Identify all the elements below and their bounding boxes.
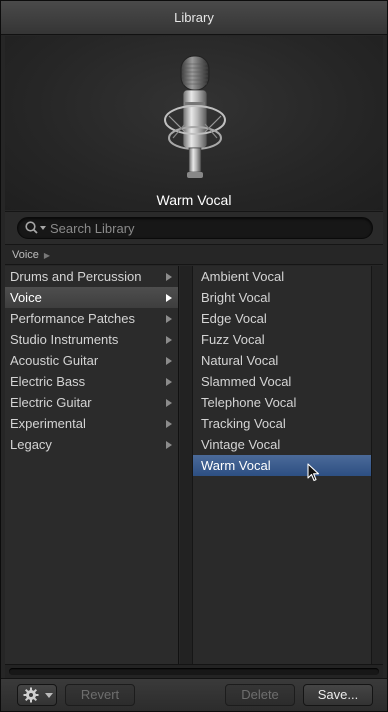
category-item-legacy[interactable]: Legacy: [5, 434, 178, 455]
category-label: Drums and Percussion: [10, 269, 142, 284]
disclosure-arrow-icon: [166, 399, 172, 407]
library-panel: Library Warm Vocal Search Library Voice …: [0, 0, 388, 712]
disclosure-arrow-icon: [166, 441, 172, 449]
chevron-down-icon: [45, 693, 53, 698]
category-item-electric-bass[interactable]: Electric Bass: [5, 371, 178, 392]
category-item-voice[interactable]: Voice: [5, 287, 178, 308]
search-bar: [5, 211, 383, 245]
disclosure-arrow-icon: [166, 336, 172, 344]
patch-list: Ambient Vocal Bright Vocal Edge Vocal Fu…: [193, 266, 371, 664]
patch-preview: Warm Vocal: [5, 36, 383, 210]
category-label: Electric Guitar: [10, 395, 92, 410]
horizontal-scrollbar[interactable]: [5, 664, 383, 678]
breadcrumb-item[interactable]: Voice: [12, 249, 39, 261]
patch-item-fuzz-vocal[interactable]: Fuzz Vocal: [193, 329, 371, 350]
patch-item-telephone-vocal[interactable]: Telephone Vocal: [193, 392, 371, 413]
category-item-studio-instruments[interactable]: Studio Instruments: [5, 329, 178, 350]
search-icon[interactable]: [24, 220, 50, 236]
column-edge: [371, 266, 383, 664]
category-label: Acoustic Guitar: [10, 353, 99, 368]
category-label: Experimental: [10, 416, 86, 431]
mouse-pointer-icon: [307, 463, 320, 482]
delete-button[interactable]: Delete: [225, 684, 295, 706]
category-list: Drums and Percussion Voice Performance P…: [5, 266, 179, 664]
action-menu-button[interactable]: [17, 684, 57, 706]
search-input[interactable]: [50, 219, 350, 237]
disclosure-arrow-icon: [166, 357, 172, 365]
category-label: Voice: [10, 290, 42, 305]
disclosure-arrow-icon: [166, 294, 172, 302]
category-label: Legacy: [10, 437, 52, 452]
column-divider[interactable]: [180, 266, 193, 664]
category-item-electric-guitar[interactable]: Electric Guitar: [5, 392, 178, 413]
library-title: Library: [1, 1, 387, 35]
disclosure-arrow-icon: [166, 315, 172, 323]
search-field[interactable]: [17, 217, 373, 239]
scrollbar-track[interactable]: [9, 668, 379, 675]
patch-item-bright-vocal[interactable]: Bright Vocal: [193, 287, 371, 308]
patch-item-ambient-vocal[interactable]: Ambient Vocal: [193, 266, 371, 287]
patch-item-warm-vocal[interactable]: Warm Vocal: [193, 455, 371, 476]
disclosure-arrow-icon: [166, 378, 172, 386]
disclosure-arrow-icon: [166, 273, 172, 281]
revert-button[interactable]: Revert: [65, 684, 135, 706]
category-item-acoustic-guitar[interactable]: Acoustic Guitar: [5, 350, 178, 371]
category-label: Electric Bass: [10, 374, 86, 389]
category-label: Studio Instruments: [10, 332, 119, 347]
preset-name: Warm Vocal: [156, 192, 232, 208]
save-button[interactable]: Save...: [303, 684, 373, 706]
category-label: Performance Patches: [10, 311, 136, 326]
category-item-experimental[interactable]: Experimental: [5, 413, 178, 434]
patch-item-edge-vocal[interactable]: Edge Vocal: [193, 308, 371, 329]
category-item-performance-patches[interactable]: Performance Patches: [5, 308, 178, 329]
patch-item-natural-vocal[interactable]: Natural Vocal: [193, 350, 371, 371]
library-footer: Revert Delete Save...: [1, 678, 387, 711]
disclosure-arrow-icon: [166, 420, 172, 428]
category-item-drums-and-percussion[interactable]: Drums and Percussion: [5, 266, 178, 287]
gear-icon: [23, 687, 39, 703]
breadcrumb-separator-icon: ▶: [43, 251, 51, 260]
library-browser: Drums and Percussion Voice Performance P…: [5, 266, 383, 664]
patch-item-tracking-vocal[interactable]: Tracking Vocal: [193, 413, 371, 434]
microphone-icon: [164, 55, 226, 178]
breadcrumb: Voice ▶: [5, 245, 383, 265]
patch-item-slammed-vocal[interactable]: Slammed Vocal: [193, 371, 371, 392]
patch-item-vintage-vocal[interactable]: Vintage Vocal: [193, 434, 371, 455]
